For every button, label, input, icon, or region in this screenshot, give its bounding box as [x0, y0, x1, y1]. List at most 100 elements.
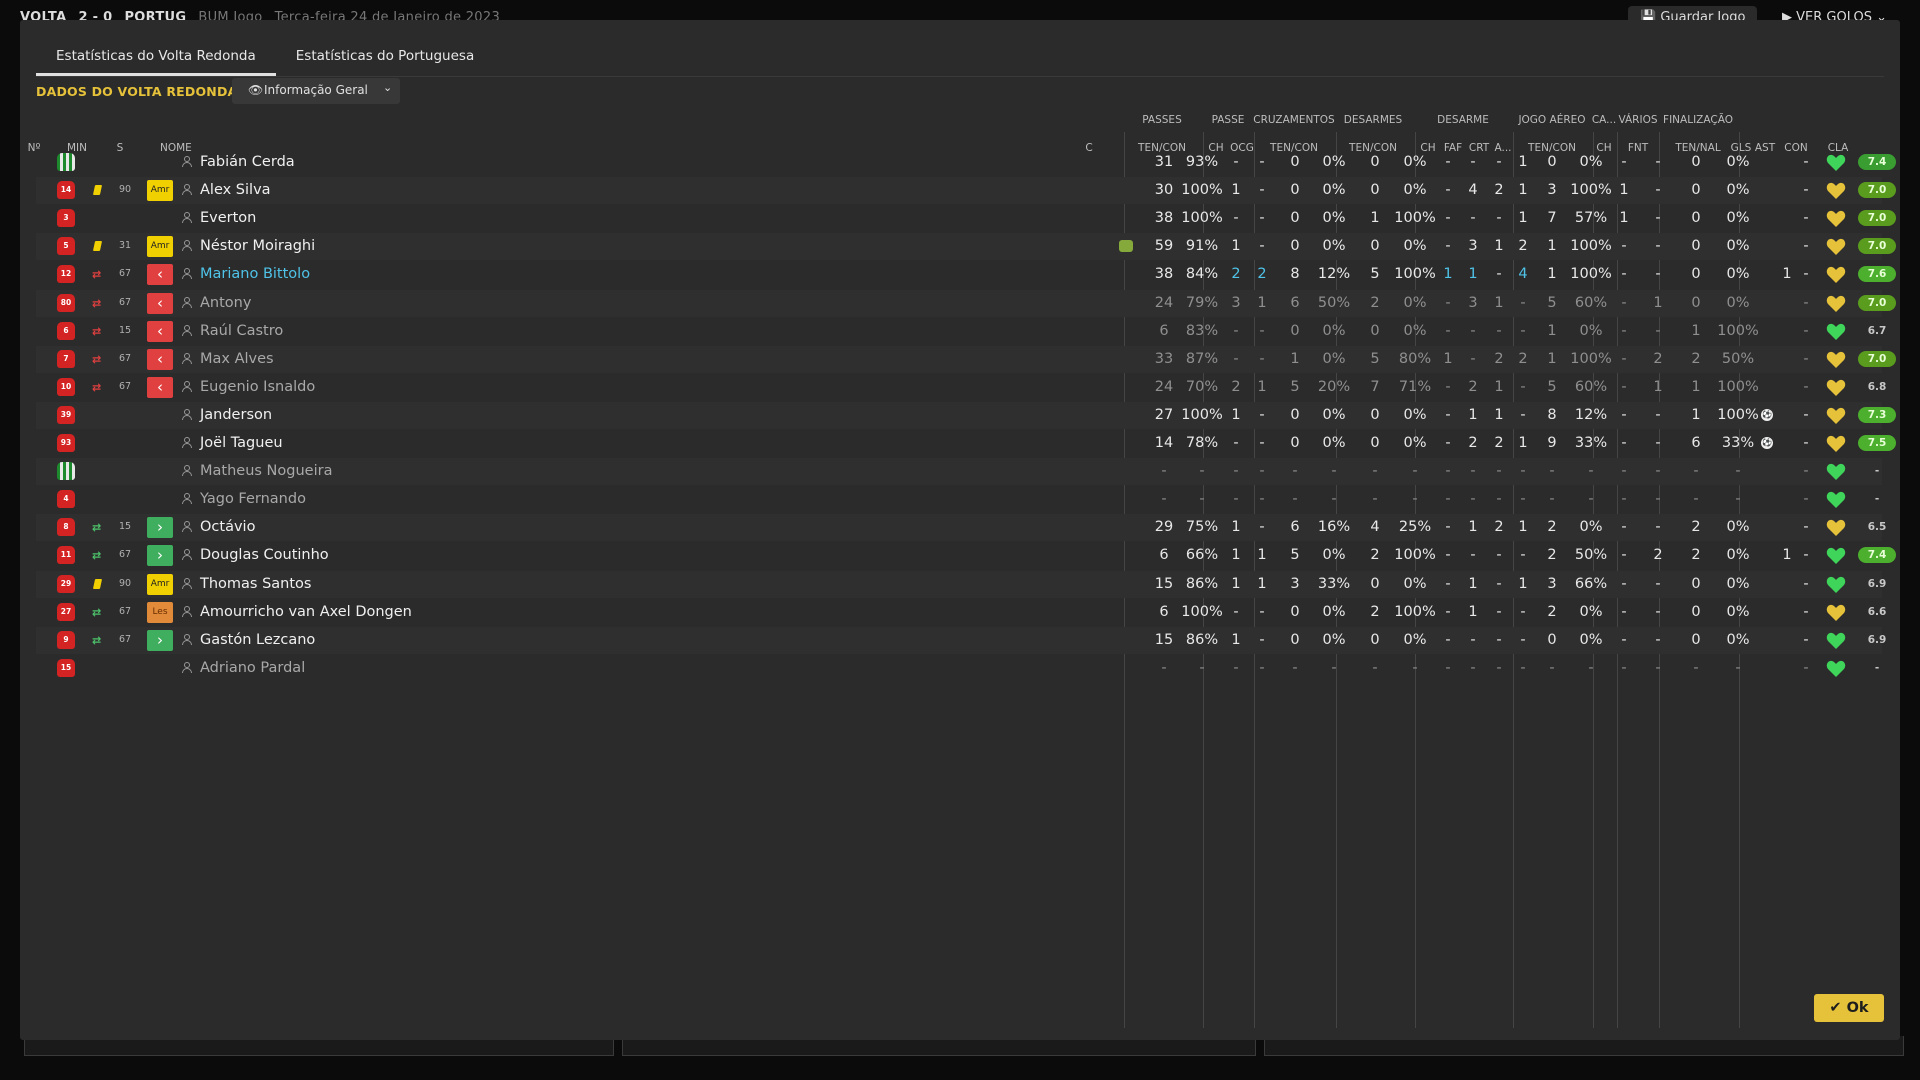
player-name[interactable]: Octávio — [200, 519, 255, 535]
table-row[interactable]: 93 Joël Tagueu 14 78% - -0 0% 0 0% -2 2 1 9 33% - -6 33%… — [36, 430, 1896, 457]
stat-cell: 0 — [1691, 603, 1701, 620]
table-row[interactable]: 11 ⇄ 67 › Douglas Coutinho 6 66% 1 1 5 0% 2 100% - - - -… — [36, 542, 1896, 569]
save-game-button[interactable]: 💾 Guardar Jogo — [1628, 6, 1758, 20]
stat-cell: 1 — [1782, 266, 1792, 283]
stat-cell: 83% — [1185, 322, 1219, 339]
player-name[interactable]: Mariano Bittolo — [200, 266, 310, 282]
stat-cell: - — [1445, 238, 1451, 255]
table-row[interactable]: 9 ⇄ 67 › Gastón Lezcano 15 86% 1 - 0 0% 0 0% - - - - 0 0% -… — [36, 626, 1886, 654]
stat-cell: 0% — [1579, 603, 1603, 620]
stat-cell: 0 — [1370, 182, 1380, 199]
stat-cell: 4 — [1518, 266, 1528, 283]
sub-off-icon: ⇄ — [92, 296, 102, 310]
stat-cell: 0% — [1403, 182, 1427, 199]
player-name[interactable]: Raúl Castro — [200, 323, 283, 339]
table-row[interactable]: 27 ⇄ 67 Les Amourricho van Axel Dongen 6 100% -… — [36, 599, 1886, 626]
ok-button[interactable]: ✔ Ok — [1814, 994, 1884, 1022]
stat-cell: 0% — [1726, 294, 1750, 311]
table-row[interactable]: 14 90 Amr Alex Silva 30 100% 1-0 0% 0 0% -4 2 1 3 100%… — [36, 177, 1896, 205]
stat-cell: 6 — [1691, 435, 1701, 451]
player-name[interactable]: Fabián Cerda — [200, 154, 295, 170]
stat-cell: - — [1259, 350, 1265, 367]
match-rating-badge: 6.6 — [1867, 605, 1887, 618]
sub-off-icon: ⇄ — [92, 324, 102, 338]
person-icon — [182, 184, 192, 196]
status-badge: Les — [147, 601, 173, 623]
match-rating-badge: 7.4 — [1858, 154, 1896, 170]
stat-cell: 7 — [1547, 210, 1557, 227]
table-row[interactable]: 3 Everton 38 100% - -0 0% 1 100% - - -1 7 57% 1-0 0% -7.… — [36, 205, 1896, 232]
tab-portuguesa-stats[interactable]: Estatísticas do Portuguesa — [276, 42, 494, 76]
stat-cell: - — [1259, 182, 1265, 199]
stat-cell: 20% — [1317, 378, 1351, 395]
group-header: DESARME — [1437, 114, 1489, 126]
stat-cell: - — [1735, 491, 1741, 508]
player-name[interactable]: Antony — [200, 295, 251, 311]
stat-cell: 84% — [1185, 266, 1219, 283]
group-header: CA... — [1591, 114, 1617, 126]
player-name[interactable]: Gastón Lezcano — [200, 632, 315, 648]
stat-cell: 0 — [1691, 182, 1701, 199]
table-row[interactable]: 8 ⇄ 15 › Octávio 29 75% 1-6 16% 4 25% -1 2 1 2 0% - -2 0% -… — [36, 514, 1886, 542]
stat-cell: 0 — [1290, 182, 1300, 199]
stat-cell: 86% — [1185, 575, 1219, 592]
player-name[interactable]: Amourricho van Axel Dongen — [200, 604, 412, 620]
player-name[interactable]: Alex Silva — [200, 182, 271, 198]
table-row[interactable]: 7 ⇄ 67 ‹ Max Alves 33 87% - -1 0% 5 80% 1-2 2 1 100% -2 2… — [36, 345, 1896, 373]
player-name[interactable]: Thomas Santos — [200, 576, 311, 592]
stat-cell: - — [1621, 659, 1627, 676]
table-row[interactable]: Fabián Cerda 31 93% - -0 0% 0 0% - - -1 0 0% - -0 0% -7.… — [36, 149, 1896, 176]
player-name[interactable]: Joël Tagueu — [200, 435, 283, 451]
stat-cell: - — [1445, 463, 1451, 480]
stat-cell: - — [1621, 463, 1627, 480]
player-name[interactable]: Eugenio Isnaldo — [200, 379, 315, 395]
stat-cell: 4 — [1370, 519, 1380, 536]
stat-cell: 0% — [1322, 547, 1346, 564]
status-badge: › — [147, 545, 173, 567]
section-title: DADOS DO VOLTA REDONDA — [36, 84, 238, 99]
player-name[interactable]: Matheus Nogueira — [200, 463, 332, 479]
table-row[interactable]: 39 Janderson 27 100% 1-0 0% 0 0% -1 1-8 12% - -1 100%… — [36, 401, 1896, 429]
stat-cell: - — [1655, 238, 1661, 255]
stat-cell: 0% — [1403, 631, 1427, 648]
table-row[interactable]: 4 Yago Fernando - - - - - - - - - - - - - - - - - - - - — [36, 486, 1882, 513]
stat-cell: 1 — [1494, 406, 1504, 423]
player-name[interactable]: Everton — [200, 210, 256, 226]
stat-cell: 0 — [1290, 435, 1300, 451]
player-name[interactable]: Adriano Pardal — [200, 660, 305, 676]
player-name[interactable]: Max Alves — [200, 351, 274, 367]
table-row[interactable]: 15 Adriano Pardal - - - - - - - - - - - - - - - - - - - - — [36, 655, 1882, 682]
table-row[interactable]: 29 90 Amr Thomas Santos 15 86% 1 1 3 33% 0 0% -1-1 3 6… — [36, 570, 1886, 598]
table-row[interactable]: 80 ⇄ 67 ‹ Antony 24 79% 3 1 6 50% 2 0% -3 1-5 60% -1 0 0% -… — [36, 289, 1896, 317]
player-name[interactable]: Yago Fernando — [200, 491, 306, 507]
person-icon — [182, 156, 192, 167]
background-panels — [0, 1036, 1920, 1080]
condition-heart-icon — [1826, 660, 1846, 678]
table-row[interactable]: 10 ⇄ 67 ‹ Eugenio Isnaldo 24 70% 2 1 5 20% 7 71% -2 1-… — [36, 374, 1886, 401]
condition-heart-icon — [1826, 604, 1846, 622]
stat-cell: 6 — [1159, 322, 1169, 339]
eye-icon: 👁 — [248, 83, 264, 97]
stat-cell: 1 — [1494, 238, 1504, 255]
shirt-number-icon: 12 — [57, 265, 75, 284]
stat-cell: 100% — [1570, 182, 1612, 199]
stat-cell: 0% — [1726, 182, 1750, 199]
table-row[interactable]: 6 ⇄ 15 ‹ Raúl Castro 6 83% - -0 0% 0 0% - - - -1 0% - -1 10… — [36, 318, 1886, 345]
table-row[interactable]: 12 ⇄ 67 ‹ Mariano Bittolo 38 84% 2 2 8 12% 5 100% 1 1-… — [36, 261, 1896, 288]
stat-cell: 0 — [1691, 210, 1701, 227]
stat-cell: - — [1803, 519, 1809, 536]
table-row[interactable]: 5 31 Amr Néstor Moiraghi 59 91% 1-0 0% 0 0% -3 1 2 1 1… — [36, 233, 1896, 261]
player-name[interactable]: Douglas Coutinho — [200, 547, 329, 563]
player-name[interactable]: Néstor Moiraghi — [200, 238, 315, 254]
stat-cell: 8 — [1290, 266, 1300, 283]
table-row[interactable]: Matheus Nogueira - - - - - - - - - - - - - - - - - - - - — [36, 458, 1882, 486]
match-rating-badge: 6.9 — [1867, 633, 1887, 646]
shirt-number-icon: 10 — [57, 377, 75, 396]
stat-cell: - — [1233, 491, 1239, 508]
view-goals-button[interactable]: ▶ VER GOLOS ⌄ — [1770, 6, 1899, 20]
player-name[interactable]: Janderson — [200, 407, 272, 423]
view-select-dropdown[interactable]: 👁 Informação Geral ⌄ — [232, 78, 400, 104]
stat-cell: 1 — [1370, 210, 1380, 227]
stat-cell: - — [1655, 463, 1661, 480]
tab-volta-redonda-stats[interactable]: Estatísticas do Volta Redonda — [36, 42, 276, 76]
